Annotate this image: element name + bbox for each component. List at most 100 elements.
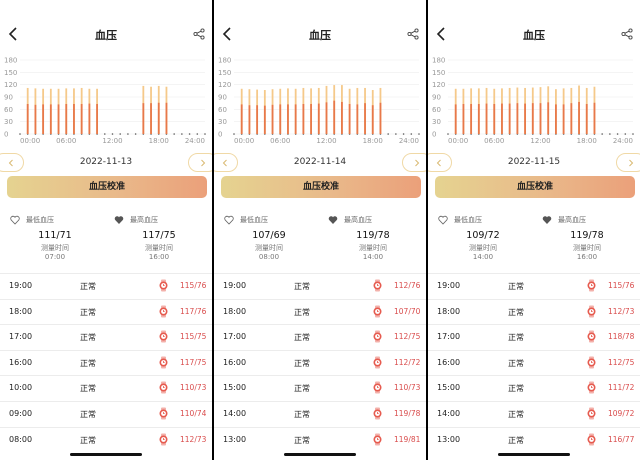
screenshot-collage: 血压 0 30 60 90 120 150 180 00:00 06:00 12:00 18:00 2… [0,0,640,460]
record-time: 10:00 [9,383,33,393]
watch-icon [587,279,596,292]
home-indicator[interactable] [284,453,356,456]
max-bp-value: 117/75 [142,230,176,241]
record-row[interactable]: 15:00 正常 111/72 [428,375,640,401]
diastolic-bar [555,104,557,134]
next-day-button[interactable] [188,153,212,172]
y-tick-label: 150 [4,69,17,77]
calibrate-button[interactable]: 血压校准 [435,176,635,198]
bp-chart: 0 30 60 90 120 150 180 00:00 06:00 12:00 18:00 24:0… [432,57,634,145]
diastolic-bar [57,104,60,134]
record-status: 正常 [508,282,524,291]
record-row[interactable]: 16:00 正常 112/72 [214,349,426,376]
record-time: 13:00 [437,434,461,444]
max-bp-card: 最高血压 117/75 测量时间 16:00 [114,212,204,264]
record-time: 14:00 [437,408,461,418]
diastolic-bar [462,103,465,134]
diastolic-bar [248,105,251,134]
record-time: 19:00 [223,281,247,290]
home-indicator[interactable] [498,453,570,456]
record-row[interactable]: 08:00 正常 112/73 [0,426,212,453]
diastolic-bar [310,103,312,134]
chevron-right-icon [201,159,206,167]
diastolic-bar [263,105,266,134]
diastolic-bar [547,102,550,134]
record-value: 112/75 [608,357,635,367]
calibrate-button[interactable]: 血压校准 [7,176,207,198]
next-day-button[interactable] [616,153,640,172]
diastolic-bar [73,103,75,134]
diastolic-bar [493,103,496,134]
y-tick-label: 120 [218,81,231,89]
diastolic-bar [585,103,588,134]
record-row[interactable]: 13:00 正常 119/81 [214,426,426,453]
record-time: 17:00 [437,332,461,342]
record-value: 112/75 [394,332,421,342]
calibrate-button[interactable]: 血压校准 [221,176,421,198]
diastolic-bar [356,104,359,134]
record-time: 18:00 [223,306,247,316]
record-status: 正常 [508,307,524,317]
record-row[interactable]: 17:00 正常 112/75 [214,324,426,350]
record-row[interactable]: 16:00 正常 117/75 [0,349,212,376]
diastolic-bar [578,101,580,134]
y-tick-label: 30 [432,118,441,126]
record-time: 18:00 [9,306,33,316]
hour-dot [204,133,206,135]
record-row[interactable]: 17:00 正常 118/78 [428,324,640,350]
record-value: 115/76 [608,281,635,290]
share-icon[interactable] [407,28,419,40]
record-row[interactable]: 16:00 正常 112/75 [428,349,640,376]
nav-header: 血压 [428,24,640,46]
watch-icon [373,356,382,369]
y-tick-label: 0 [4,131,8,139]
max-bp-card: 最高血压 119/78 测量时间 14:00 [328,212,418,264]
page-title: 血压 [309,29,331,42]
record-value: 119/81 [394,434,421,444]
x-tick-label: 00:00 [234,137,254,145]
record-list: 19:00 正常 112/76 18:00 正常 107/70 17:00 正常 112/75 1… [214,273,426,452]
record-value: 112/73 [180,434,207,444]
record-row[interactable]: 19:00 正常 112/76 [214,273,426,299]
record-row[interactable]: 15:00 正常 110/73 [214,375,426,401]
next-day-button[interactable] [402,153,426,172]
diastolic-bar [454,104,457,134]
diastolic-bar [142,103,145,134]
y-tick-label: 30 [218,118,227,126]
y-tick-label: 120 [432,81,445,89]
record-time: 17:00 [9,332,33,342]
record-row[interactable]: 14:00 正常 119/78 [214,400,426,427]
diastolic-bar [256,105,259,134]
diastolic-bar [302,103,305,134]
x-tick-label: 00:00 [20,137,40,145]
record-row[interactable]: 17:00 正常 115/75 [0,324,212,350]
share-icon[interactable] [193,28,205,40]
record-status: 正常 [294,282,310,291]
x-tick-label: 06:00 [56,137,76,145]
hour-dot [134,133,137,135]
record-row[interactable]: 18:00 正常 112/73 [428,298,640,325]
record-row[interactable]: 19:00 正常 115/76 [428,273,640,299]
record-status: 正常 [508,358,524,368]
heart-outline-icon [224,215,234,225]
record-row[interactable]: 18:00 正常 107/70 [214,298,426,325]
record-status: 正常 [80,409,96,419]
diastolic-bar [348,103,351,134]
diastolic-bar [371,105,374,134]
diastolic-bar [485,103,488,134]
record-status: 正常 [508,333,524,343]
record-row[interactable]: 10:00 正常 110/73 [0,375,212,401]
record-row[interactable]: 14:00 正常 109/72 [428,400,640,427]
diastolic-bar [317,103,320,134]
share-icon[interactable] [621,28,633,40]
diastolic-bar [562,104,565,134]
record-row[interactable]: 13:00 正常 116/77 [428,426,640,453]
record-row[interactable]: 18:00 正常 117/76 [0,298,212,325]
diastolic-bar [508,103,511,134]
diastolic-bar [501,103,503,134]
record-value: 117/75 [180,357,207,367]
date-navigator: 2022-11-15 [428,152,640,174]
record-row[interactable]: 09:00 正常 110/74 [0,400,212,427]
record-row[interactable]: 19:00 正常 115/76 [0,273,212,299]
home-indicator[interactable] [70,453,142,456]
